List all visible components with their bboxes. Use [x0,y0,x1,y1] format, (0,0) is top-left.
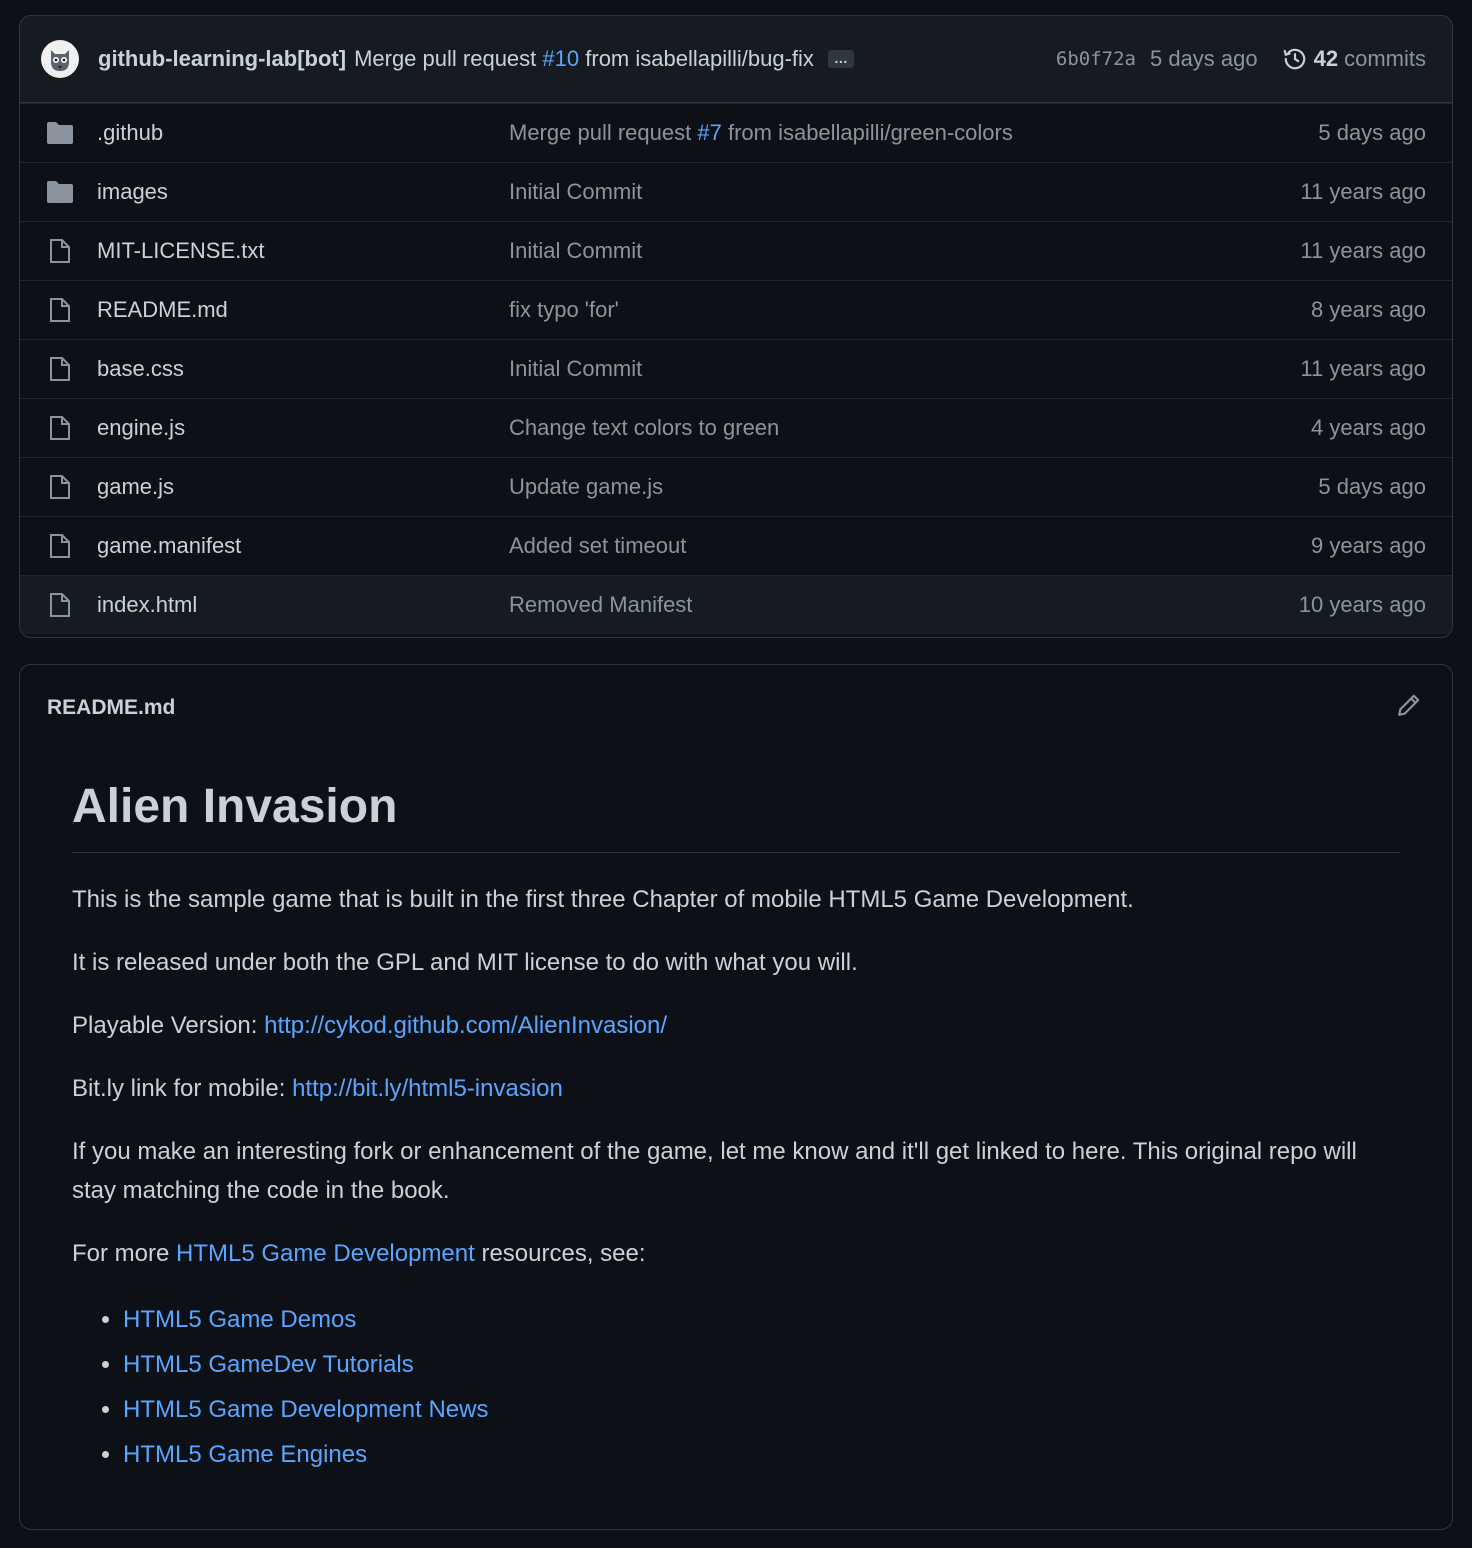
file-commit-message[interactable]: Change text colors to green [509,415,1311,441]
bot-avatar[interactable] [41,40,79,78]
readme-paragraph: It is released under both the GPL and MI… [72,949,858,976]
file-commit-age: 4 years ago [1311,415,1426,440]
file-icon [45,590,75,620]
commits-history-link[interactable]: 42 commits [1282,46,1426,72]
commit-age: 5 days ago [1149,46,1258,71]
list-item: HTML5 Game Demos [123,1297,1400,1342]
file-commit-age: 11 years ago [1300,238,1426,263]
commit-author-link[interactable]: github-learning-lab[bot] [98,46,346,72]
file-row[interactable]: README.md fix typo 'for' 8 years ago [20,280,1452,339]
file-commit-age: 9 years ago [1311,533,1426,558]
file-icon [45,354,75,384]
file-icon [45,295,75,325]
readme-paragraph: For more HTML5 Game Development resource… [72,1234,1400,1273]
file-icon [45,472,75,502]
bitly-link[interactable]: http://bit.ly/html5-invasion [292,1075,563,1102]
latest-commit-bar: github-learning-lab[bot] Merge pull requ… [20,16,1452,103]
file-commit-age: 5 days ago [1318,474,1426,499]
readme-paragraph: Playable Version: http://cykod.github.co… [72,1006,1400,1045]
file-commit-age: 8 years ago [1311,297,1426,322]
commit-message-suffix: from isabellapilli/bug-fix [585,46,814,71]
file-row[interactable]: .github Merge pull request #7 from isabe… [20,103,1452,162]
file-name-link[interactable]: images [97,179,509,205]
commit-sha-link[interactable]: 6b0f72a [1056,48,1136,70]
file-name-link[interactable]: engine.js [97,415,509,441]
readme-paragraph: Bit.ly link for mobile: http://bit.ly/ht… [72,1069,1400,1108]
pencil-icon[interactable] [1396,692,1422,724]
file-commit-age: 11 years ago [1300,179,1426,204]
playable-version-link[interactable]: http://cykod.github.com/AlienInvasion/ [264,1012,667,1039]
readme-body: Alien Invasion This is the sample game t… [20,779,1452,1477]
expand-commit-button[interactable]: … [827,50,854,68]
file-commit-message[interactable]: Update game.js [509,474,1318,500]
file-name-link[interactable]: MIT-LICENSE.txt [97,238,509,264]
commit-message-prefix: Merge pull request [354,46,537,71]
file-commit-message: Merge pull request #7 from isabellapilli… [509,120,1318,146]
commit-pr-link[interactable]: #10 [542,46,579,71]
history-icon [1283,48,1305,70]
resources-prefix: For more [72,1240,177,1267]
file-name-link[interactable]: index.html [97,592,509,618]
file-commit-message[interactable]: Initial Commit [509,238,1300,264]
commits-count: 42 [1313,46,1339,71]
file-row[interactable]: MIT-LICENSE.txt Initial Commit 11 years … [20,221,1452,280]
resource-link[interactable]: HTML5 Game Engines [123,1441,367,1468]
file-commit-pr-link[interactable]: #7 [697,120,721,145]
file-browser: github-learning-lab[bot] Merge pull requ… [19,15,1453,638]
readme-header: README.md [20,665,1452,751]
list-item: HTML5 GameDev Tutorials [123,1342,1400,1387]
commits-label: commits [1344,46,1426,71]
file-row[interactable]: game.manifest Added set timeout 9 years … [20,516,1452,575]
file-name-link[interactable]: README.md [97,297,509,323]
file-commit-message[interactable]: Initial Commit [509,356,1300,382]
file-commit-message[interactable]: fix typo 'for' [509,297,1311,323]
resource-link[interactable]: HTML5 Game Development News [123,1396,488,1423]
file-name-link[interactable]: base.css [97,356,509,382]
file-commit-message-prefix: Merge pull request [509,120,692,145]
list-item: HTML5 Game Development News [123,1387,1400,1432]
file-commit-age: 10 years ago [1298,592,1426,617]
commit-message: Merge pull request #10 from isabellapill… [354,46,814,72]
file-name-link[interactable]: game.manifest [97,533,509,559]
folder-icon [45,177,75,207]
file-commit-age: 5 days ago [1318,120,1426,145]
file-row[interactable]: index.html Removed Manifest 10 years ago [20,575,1452,634]
resource-link[interactable]: HTML5 GameDev Tutorials [123,1351,414,1378]
file-commit-message-suffix: from isabellapilli/green-colors [727,120,1013,145]
readme-filename: README.md [47,696,176,719]
resources-list: HTML5 Game Demos HTML5 GameDev Tutorials… [72,1297,1400,1477]
html5-game-dev-link[interactable]: HTML5 Game Development [176,1240,475,1267]
resource-link[interactable]: HTML5 Game Demos [123,1306,356,1333]
file-icon [45,236,75,266]
playable-label: Playable Version: [72,1012,265,1039]
file-commit-age: 11 years ago [1300,356,1426,381]
file-row[interactable]: images Initial Commit 11 years ago [20,162,1452,221]
file-commit-message[interactable]: Added set timeout [509,533,1311,559]
file-row[interactable]: base.css Initial Commit 11 years ago [20,339,1452,398]
file-commit-message[interactable]: Removed Manifest [509,592,1299,618]
readme-paragraph: This is the sample game that is built in… [72,886,1134,913]
readme-panel: README.md Alien Invasion This is the sam… [19,664,1453,1530]
file-commit-message[interactable]: Initial Commit [509,179,1300,205]
file-name-link[interactable]: game.js [97,474,509,500]
resources-suffix: resources, see: [474,1240,646,1267]
bitly-label: Bit.ly link for mobile: [72,1075,293,1102]
folder-icon [45,118,75,148]
file-icon [45,413,75,443]
readme-title: Alien Invasion [72,779,1400,853]
readme-paragraph: If you make an interesting fork or enhan… [72,1138,1357,1204]
file-name-link[interactable]: .github [97,120,509,146]
commit-meta: 6b0f72a 5 days ago 42 commits [1056,46,1426,72]
file-icon [45,531,75,561]
file-row[interactable]: engine.js Change text colors to green 4 … [20,398,1452,457]
file-row[interactable]: game.js Update game.js 5 days ago [20,457,1452,516]
list-item: HTML5 Game Engines [123,1432,1400,1477]
